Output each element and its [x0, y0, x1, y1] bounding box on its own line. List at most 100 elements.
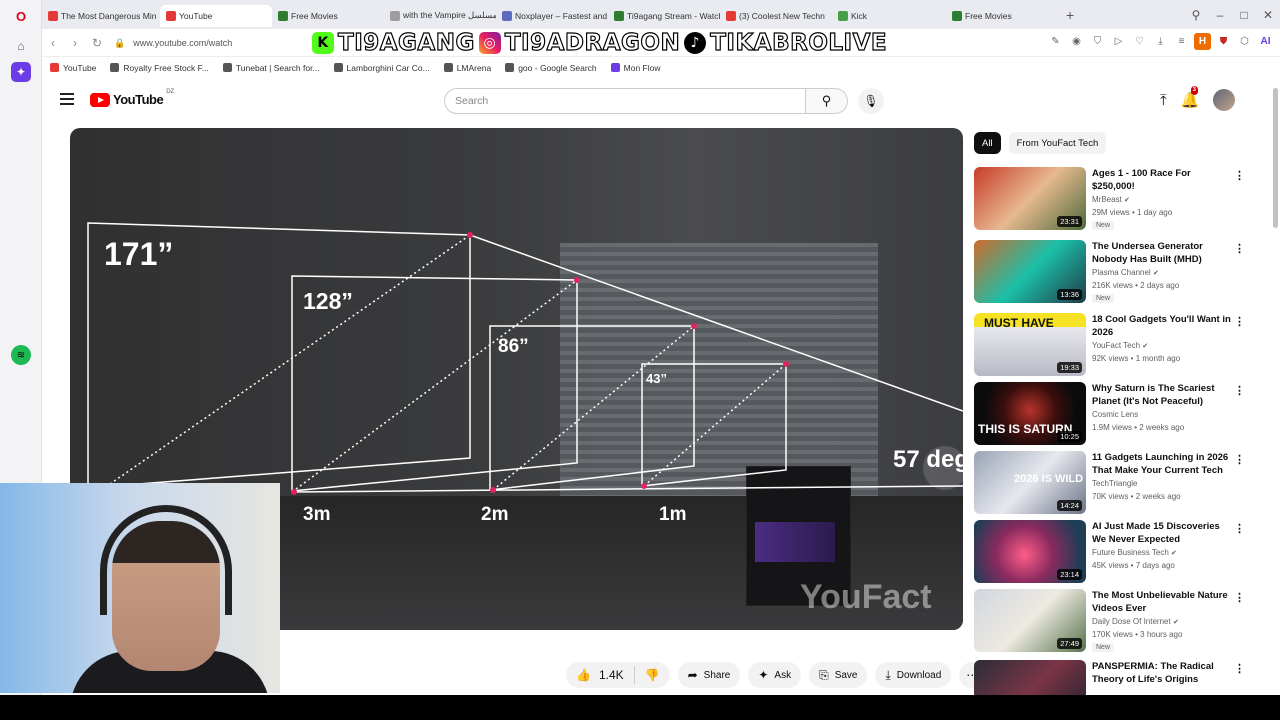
ai-icon[interactable]: AI — [1257, 33, 1274, 50]
recommendation-title[interactable]: Ages 1 - 100 Race For $250,000! — [1092, 167, 1232, 193]
tab[interactable]: with the Vampire مسلسل — [384, 5, 496, 27]
ask-button[interactable]: ✦ Ask — [748, 662, 802, 688]
tab-bar: The Most Dangerous Min YouTube Free Movies… — [42, 0, 1280, 29]
minimize-icon[interactable]: – — [1208, 8, 1232, 22]
recommendation-title[interactable]: 11 Gadgets Launching in 2026 That Make Y… — [1092, 451, 1232, 478]
channel-name[interactable]: Plasma Channel ✔ — [1092, 268, 1159, 277]
bookmark-icon — [333, 63, 343, 72]
bookmark-item[interactable]: Mon Flow — [610, 63, 661, 73]
tab[interactable]: Free Movies — [946, 5, 1058, 27]
video-thumbnail[interactable]: 23:31 — [974, 167, 1086, 230]
upload-icon[interactable]: ⤒ — [1160, 92, 1167, 109]
youtube-header: YouTube DZ Search ⚲ 🎙 ⤒ 🔔 3 — [42, 78, 1280, 124]
url-field[interactable]: 🔒 www.youtube.com/watch — [114, 33, 274, 53]
heart-icon[interactable]: ♡ — [1131, 33, 1148, 50]
tab[interactable]: (3) Coolest New Techn — [720, 5, 832, 27]
channel-name[interactable]: Daily Dose Of Internet ✔ — [1092, 617, 1179, 626]
video-thumbnail[interactable]: 23:14 — [974, 520, 1086, 583]
download-button[interactable]: ⤓ Download — [875, 662, 952, 688]
spotify-icon[interactable]: ≋ — [11, 345, 31, 365]
search-input[interactable]: Search — [444, 88, 806, 114]
chip-all[interactable]: All — [974, 132, 1001, 154]
like-button[interactable]: 👍 1.4K — [566, 666, 635, 684]
channel-name[interactable]: YouFact Tech ✔ — [1092, 341, 1148, 350]
more-options-icon[interactable]: ⋮ — [1234, 384, 1245, 397]
search-tabs-icon[interactable]: ⚲ — [1184, 8, 1208, 22]
extensions-icon[interactable]: ⬡ — [1236, 33, 1253, 50]
video-thumbnail[interactable]: 2026 IS WILD 14:24 — [974, 451, 1086, 514]
chip-from-channel[interactable]: From YouFact Tech — [1008, 132, 1107, 154]
tab[interactable]: The Most Dangerous Min — [42, 5, 160, 27]
bookmark-icon — [443, 63, 453, 72]
bookmark-item[interactable]: LMArena — [443, 63, 491, 73]
recommendation-title[interactable]: The Undersea Generator Nobody Has Built … — [1092, 240, 1232, 266]
more-options-icon[interactable]: ⋮ — [1234, 169, 1245, 182]
recommendation-item[interactable]: 2026 IS WILD 14:24 11 Gadgets Launching in… — [974, 451, 1245, 515]
video-thumbnail[interactable]: 27:49 — [974, 589, 1086, 652]
more-options-icon[interactable]: ⋮ — [1234, 662, 1245, 675]
recommendation-title[interactable]: PANSPERMIA: The Radical Theory of Life's… — [1092, 660, 1232, 686]
hamburger-menu-icon[interactable] — [60, 93, 74, 105]
duration-badge: 27:49 — [1057, 638, 1082, 649]
video-thumbnail[interactable]: MUST HAVE 19:33 — [974, 313, 1086, 376]
home-icon[interactable]: ⌂ — [11, 36, 31, 56]
bookmark-item[interactable]: goo - Google Search — [505, 63, 597, 73]
more-options-icon[interactable]: ⋮ — [1234, 453, 1245, 466]
reload-icon[interactable]: ↻ — [86, 36, 108, 50]
avatar[interactable] — [1213, 89, 1236, 111]
menu-icon[interactable]: ≡ — [1173, 33, 1190, 50]
tab[interactable]: Noxplayer – Fastest and S — [496, 5, 608, 27]
play-icon[interactable]: ▷ — [1110, 33, 1127, 50]
channel-name[interactable]: Cosmic Lens — [1092, 410, 1138, 419]
more-options-icon[interactable]: ⋮ — [1234, 591, 1245, 604]
edit-icon[interactable]: ✎ — [1047, 33, 1064, 50]
channel-name[interactable]: TechTriangle — [1092, 479, 1138, 488]
new-tab-icon[interactable]: + — [1066, 7, 1074, 23]
video-thumbnail[interactable]: THIS IS SATURN 10:25 — [974, 382, 1086, 445]
search-button[interactable]: ⚲ — [806, 88, 848, 114]
recommendation-title[interactable]: AI Just Made 15 Discoveries We Never Exp… — [1092, 520, 1232, 546]
bookmark-item[interactable]: Lamborghini Car Co... — [333, 63, 430, 73]
aria-icon[interactable]: ✦ — [11, 62, 31, 82]
recommendation-title[interactable]: Why Saturn is The Scariest Planet (It's … — [1092, 382, 1232, 408]
recommendation-item[interactable]: 23:14 AI Just Made 15 Discoveries We Neve… — [974, 520, 1245, 584]
opera-logo-icon[interactable]: O — [11, 6, 31, 26]
tab[interactable]: Free Movies — [272, 5, 384, 27]
recommendation-item[interactable]: 27:49 The Most Unbelievable Nature Videos… — [974, 589, 1245, 653]
share-button[interactable]: ➦ Share — [677, 662, 741, 688]
more-options-icon[interactable]: ⋮ — [1234, 315, 1245, 328]
recommendation-item[interactable]: 13:36 The Undersea Generator Nobody Has B… — [974, 240, 1245, 304]
dislike-button[interactable]: 👎 — [635, 668, 670, 682]
recommendation-title[interactable]: The Most Unbelievable Nature Videos Ever — [1092, 589, 1232, 615]
tab-label: (3) Coolest New Techn — [739, 10, 825, 21]
forward-icon[interactable]: › — [64, 36, 86, 50]
voice-search-button[interactable]: 🎙 — [858, 88, 884, 114]
recommendation-item[interactable]: THIS IS SATURN 10:25 Why Saturn is The Sca… — [974, 382, 1245, 446]
notifications-icon[interactable]: 🔔 3 — [1181, 86, 1199, 109]
close-icon[interactable]: ✕ — [1256, 8, 1280, 22]
more-options-icon[interactable]: ⋮ — [1234, 242, 1245, 255]
bookmark-item[interactable]: Tunebat | Search for... — [222, 63, 320, 73]
tab[interactable]: Ti9agang Stream - Watch — [608, 5, 720, 27]
scrollbar[interactable] — [1273, 88, 1278, 228]
youtube-logo[interactable]: YouTube DZ — [90, 89, 174, 107]
recommendation-item[interactable]: MUST HAVE 19:33 18 Cool Gadgets You'll Wan… — [974, 313, 1245, 377]
tab[interactable]: YouTube — [160, 4, 272, 27]
recommendation-title[interactable]: 18 Cool Gadgets You'll Want in 2026 — [1092, 313, 1232, 339]
camera-icon[interactable]: ◉ — [1068, 33, 1085, 50]
bookmark-item[interactable]: Royalty Free Stock F... — [110, 63, 209, 73]
shield-icon[interactable]: ⛉ — [1089, 33, 1106, 50]
bookmark-item[interactable]: YouTube — [50, 63, 96, 73]
more-options-icon[interactable]: ⋮ — [1234, 522, 1245, 535]
tab[interactable]: Kick — [832, 5, 946, 27]
video-thumbnail[interactable]: 13:36 — [974, 240, 1086, 303]
channel-name[interactable]: MrBeast ✔ — [1092, 195, 1130, 204]
extension-h-icon[interactable]: H — [1194, 33, 1211, 50]
save-button[interactable]: ⎘ Save — [809, 662, 868, 688]
channel-name[interactable]: Future Business Tech ✔ — [1092, 548, 1177, 557]
back-icon[interactable]: ‹ — [42, 36, 64, 50]
adblock-icon[interactable]: ⛊ — [1215, 33, 1232, 50]
recommendation-item[interactable]: 23:31 Ages 1 - 100 Race For $250,000! MrBe… — [974, 167, 1245, 231]
maximize-icon[interactable]: □ — [1232, 8, 1256, 22]
download-icon[interactable]: ⤓ — [1152, 33, 1169, 50]
